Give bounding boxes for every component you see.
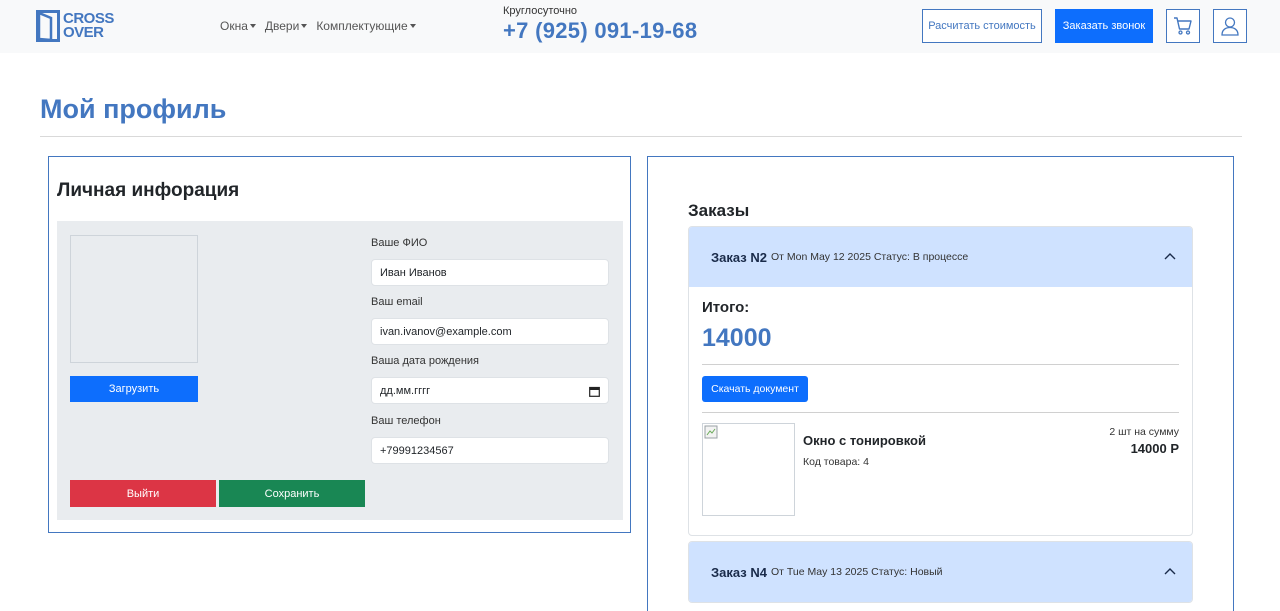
total-label: Итого:	[702, 299, 750, 316]
nav-item-windows-label: Окна	[220, 19, 248, 33]
cart-icon	[1174, 17, 1192, 35]
chevron-up-icon	[1164, 253, 1176, 260]
birth-date-value: дд.мм.гггг	[380, 384, 431, 397]
orders-title: Заказы	[688, 201, 750, 220]
save-button[interactable]: Сохранить	[219, 480, 365, 507]
order-meta: От Mon May 12 2025 Статус: В процессе	[770, 251, 969, 263]
nav-item-doors-label: Двери	[264, 19, 300, 33]
order-number: Заказ N2	[711, 249, 767, 265]
phone-field[interactable]: +79991234567	[371, 437, 609, 464]
product-sum: 14000 Р	[1130, 441, 1179, 456]
caret-down-icon	[301, 24, 308, 28]
main-nav: Окна Двери Комплектующие	[220, 19, 425, 33]
personal-info-title: Личная инфорация	[57, 180, 240, 201]
name-field[interactable]: Иван Иванов	[371, 259, 609, 286]
logo-text-line2: OVER	[63, 24, 104, 41]
page-title: Мой профиль	[40, 94, 227, 124]
phone-caption: Круглосуточно	[503, 5, 578, 17]
divider	[702, 364, 1179, 365]
title-divider	[40, 136, 1242, 137]
logout-button[interactable]: Выйти	[70, 480, 216, 507]
orders-card: Заказы Заказ N2 От Mon May 12 2025 Стату…	[647, 156, 1234, 611]
birth-date-label: Ваша дата рождения	[371, 355, 480, 367]
nav-item-doors[interactable]: Двери	[264, 19, 308, 33]
product-image	[702, 423, 795, 516]
birth-date-field[interactable]: дд.мм.гггг	[371, 377, 609, 404]
name-label: Ваше ФИО	[371, 237, 428, 249]
product-code: Код товара: 4	[803, 456, 869, 468]
caret-down-icon	[409, 24, 416, 28]
upload-photo-button[interactable]: Загрузить	[70, 376, 198, 402]
user-icon	[1221, 17, 1239, 36]
product-quantity: 2 шт на сумму	[1109, 426, 1179, 438]
download-document-button[interactable]: Скачать документ	[702, 376, 808, 402]
caret-down-icon	[249, 24, 256, 28]
order-accordion-header[interactable]: Заказ N2 От Mon May 12 2025 Статус: В пр…	[689, 227, 1192, 287]
cart-button[interactable]	[1166, 9, 1200, 43]
broken-image-icon	[704, 425, 718, 439]
profile-button[interactable]	[1213, 9, 1247, 43]
email-label: Ваш email	[371, 296, 423, 308]
calendar-icon[interactable]	[589, 386, 600, 397]
logo[interactable]: CROSS OVER	[36, 9, 116, 43]
order-meta: От Tue May 13 2025 Статус: Новый	[770, 566, 943, 578]
total-value: 14000	[702, 324, 772, 352]
nav-item-windows[interactable]: Окна	[220, 19, 256, 33]
order-accordion-header[interactable]: Заказ N4 От Tue May 13 2025 Статус: Новы…	[689, 542, 1192, 602]
nav-item-accessories[interactable]: Комплектующие	[316, 19, 416, 33]
personal-info-panel: Загрузить Ваше ФИО Иван Иванов Ваш email…	[57, 221, 623, 520]
order-accordion-item: Заказ N4 От Tue May 13 2025 Статус: Новы…	[688, 541, 1193, 603]
request-call-button[interactable]: Заказать звонок	[1055, 9, 1153, 43]
email-field[interactable]: ivan.ivanov@example.com	[371, 318, 609, 345]
product-name: Окно с тонировкой	[803, 433, 926, 448]
site-header: CROSS OVER Окна Двери Комплектующие Круг…	[0, 0, 1280, 53]
order-accordion-item: Заказ N2 От Mon May 12 2025 Статус: В пр…	[688, 226, 1193, 536]
door-logo-icon	[36, 10, 60, 42]
logo-text: CROSS OVER	[63, 11, 114, 41]
phone-label: Ваш телефон	[371, 415, 441, 427]
chevron-up-icon	[1164, 568, 1176, 575]
avatar-placeholder	[70, 235, 198, 363]
calculate-cost-button[interactable]: Расчитать стоимость	[922, 9, 1042, 43]
divider	[702, 412, 1179, 413]
phone-number[interactable]: +7 (925) 091-19-68	[503, 18, 697, 44]
order-number: Заказ N4	[711, 564, 767, 580]
order-accordion-body: Итого: 14000 Скачать документ Окно с тон…	[689, 287, 1192, 535]
nav-item-accessories-label: Комплектующие	[316, 19, 408, 33]
personal-info-card: Личная инфорация Загрузить Ваше ФИО Иван…	[48, 156, 631, 533]
